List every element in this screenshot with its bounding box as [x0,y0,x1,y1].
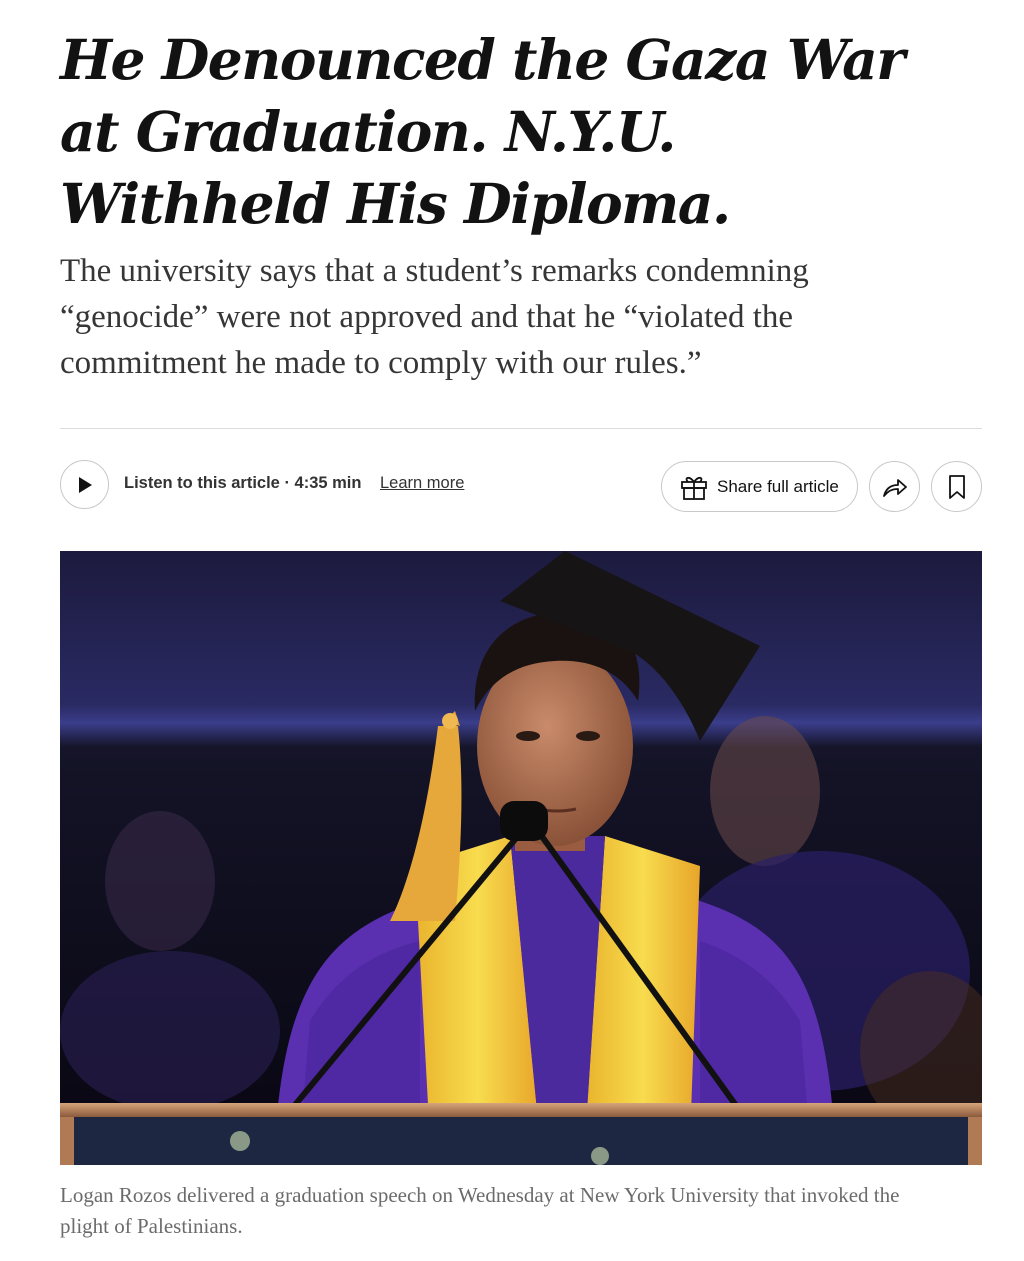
article-summary: The university says that a student’s rem… [60,253,809,381]
article-headline: He Denounced the Gaza War at Graduation.… [60,27,905,236]
article-photo [60,551,982,1165]
graduation-photo-illustration [60,551,982,1165]
share-full-article-button[interactable]: Share full article [661,461,858,512]
play-icon [78,476,92,493]
gift-icon [681,476,707,500]
learn-more-link[interactable]: Learn more [380,474,464,493]
share-arrow-icon [882,478,907,497]
bookmark-icon [948,474,965,499]
photo-caption: Logan Rozos delivered a graduation speec… [60,1183,900,1238]
share-full-article-label: Share full article [717,476,839,496]
divider [60,428,982,429]
share-button[interactable] [869,461,920,512]
listen-duration-text: Listen to this article · 4:35 min [124,474,362,492]
play-audio-button[interactable] [60,460,109,509]
save-button[interactable] [931,461,982,512]
article-toolbar: Listen to this article · 4:35 min Learn … [60,460,982,512]
